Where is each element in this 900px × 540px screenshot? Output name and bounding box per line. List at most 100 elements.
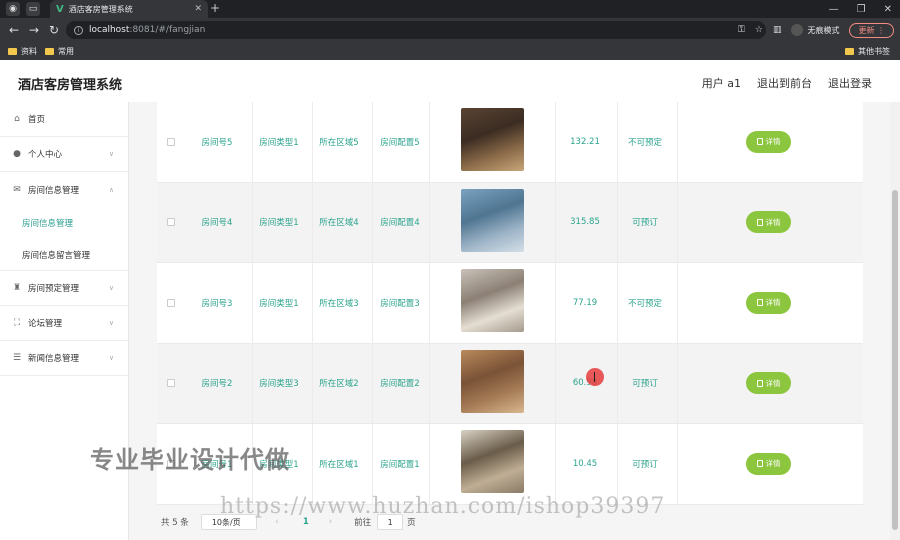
room-number-cell: 房间号4 — [201, 218, 233, 229]
room-config-cell: 房间配置2 — [380, 379, 420, 390]
new-tab-icon[interactable]: + — [210, 1, 220, 15]
sidebar-item-label: 房间预定管理 — [28, 284, 80, 294]
row-checkbox[interactable] — [167, 298, 175, 307]
room-number-cell: 房间号3 — [201, 298, 233, 309]
expand-icon: ⛶ — [13, 318, 21, 328]
detail-button-label: 详情 — [765, 378, 781, 388]
header-links: 用户 a1 退出到前台 退出登录 — [702, 75, 872, 91]
detail-button[interactable]: 详情 — [746, 372, 791, 395]
chevron-down-icon: ∨ — [108, 354, 114, 362]
table-row: 房间号2 房间类型3 所在区域2 房间配置2 60.98 可预订 详情 — [157, 343, 863, 424]
room-config-cell: 房间配置1 — [380, 459, 420, 470]
column-divider — [677, 343, 678, 423]
watermark-text: 专业毕业设计代做 — [90, 446, 290, 474]
app-header: 酒店客房管理系统 用户 a1 退出到前台 退出登录 — [0, 60, 900, 102]
front-link[interactable]: 退出到前台 — [757, 75, 812, 91]
table-row: 房间号5 房间类型1 所在区域5 房间配置5 132.21 不可预定 详情 — [157, 102, 863, 183]
sidebar-subitem-room-comments[interactable]: 房间信息留言管理 — [0, 239, 128, 271]
browser-profile-icon[interactable]: ◉ — [6, 2, 20, 16]
sidebar-item-label: 首页 — [28, 115, 46, 125]
browser-tab-search-icon[interactable]: ▭ — [26, 2, 40, 16]
sidebar-item-label: 新闻信息管理 — [28, 354, 80, 364]
sidebar-item-personal[interactable]: ● 个人中心 ∨ — [0, 137, 128, 172]
detail-button[interactable]: 详情 — [746, 291, 791, 314]
sliders-icon: ☰ — [12, 353, 22, 363]
sidepanel-icon[interactable]: ▥ — [773, 25, 782, 35]
site-info-icon[interactable]: i — [74, 25, 83, 35]
browser-tab[interactable]: V 酒店客房管理系统 ✕ — [50, 0, 208, 18]
chevron-up-icon: ∧ — [108, 185, 114, 194]
detail-button-label: 详情 — [765, 137, 781, 147]
room-number-cell: 房间号2 — [201, 379, 233, 390]
row-checkbox[interactable] — [167, 137, 175, 146]
sidebar-item-news[interactable]: ☰ 新闻信息管理 ∨ — [0, 341, 128, 376]
document-icon — [756, 218, 763, 226]
text-cursor-icon — [594, 372, 595, 382]
room-price-cell: 132.21 — [570, 136, 600, 147]
app-title: 酒店客房管理系统 — [18, 78, 123, 93]
detail-button[interactable]: 详情 — [746, 452, 791, 475]
room-status-cell: 可预订 — [632, 459, 658, 470]
table-row: 房间号3 房间类型1 所在区域3 房间配置3 77.19 不可预定 详情 — [157, 263, 863, 344]
bookmark-label: 常用 — [58, 46, 74, 56]
row-checkbox[interactable] — [167, 379, 175, 388]
room-photo — [461, 430, 524, 493]
room-config-cell: 房间配置3 — [380, 298, 420, 309]
update-button[interactable]: 更新 ⋮ — [849, 22, 894, 38]
url-input[interactable]: i localhost:8081/#/fangjian — [66, 21, 766, 39]
window-minimize-icon[interactable]: — — [829, 4, 839, 15]
tab-close-icon[interactable]: ✕ — [194, 4, 202, 14]
reload-icon[interactable]: ↻ — [48, 23, 60, 37]
column-divider — [555, 343, 556, 423]
detail-button[interactable]: 详情 — [746, 211, 791, 234]
sidebar-item-label: 房间信息管理 — [28, 185, 80, 196]
table-row: 房间号4 房间类型1 所在区域4 房间配置4 315.85 可预订 详情 — [157, 182, 863, 263]
room-type-cell: 房间类型3 — [259, 379, 299, 390]
other-bookmarks-label: 其他书签 — [858, 46, 890, 56]
room-status-cell: 可预订 — [632, 218, 658, 229]
back-icon[interactable]: ← — [8, 23, 20, 37]
window-controls: — ❐ ✕ — [829, 0, 892, 18]
watermark-url: https://www.huzhan.com/ishop39397 — [220, 494, 666, 519]
sidebar-subitem-room-info[interactable]: 房间信息管理 — [0, 207, 128, 239]
pagination-total: 共 5 条 — [161, 518, 189, 528]
room-type-cell: 房间类型1 — [259, 137, 299, 148]
logout-link[interactable]: 退出登录 — [828, 75, 872, 91]
sidebar-item-label: 论坛管理 — [28, 319, 63, 329]
stamp-icon: ♜ — [12, 283, 22, 293]
room-area-cell: 所在区域4 — [319, 218, 359, 229]
room-photo — [461, 108, 524, 171]
star-icon[interactable]: ☆ — [755, 25, 763, 35]
scrollbar[interactable] — [890, 102, 900, 540]
folder-icon — [45, 47, 54, 55]
row-checkbox[interactable] — [167, 218, 175, 227]
other-bookmarks[interactable]: 其他书签 — [845, 42, 890, 60]
detail-button-label: 详情 — [765, 459, 781, 469]
sidebar-item-room-info[interactable]: ✉ 房间信息管理 ∧ — [0, 172, 128, 207]
document-icon — [756, 138, 763, 146]
room-price-cell: 60.98 — [572, 378, 598, 389]
mail-icon: ✉ — [13, 184, 21, 195]
room-photo — [461, 188, 524, 252]
vue-logo-icon: V — [56, 3, 64, 15]
detail-button[interactable]: 详情 — [746, 130, 791, 153]
room-photo — [461, 349, 524, 413]
sidebar-item-home[interactable]: ⌂ 首页 — [0, 102, 128, 137]
window-close-icon[interactable]: ✕ — [884, 4, 892, 15]
column-divider — [555, 182, 556, 262]
bookmarks-bar: 资料 常用 其他书签 — [0, 42, 900, 60]
forward-icon[interactable]: → — [28, 23, 40, 37]
detail-button-label: 详情 — [765, 217, 781, 227]
sidebar-item-forum[interactable]: ⛶ 论坛管理 ∨ — [0, 306, 128, 341]
bookmark-folder-changyong[interactable]: 常用 — [45, 46, 74, 57]
sidebar-item-booking[interactable]: ♜ 房间预定管理 ∨ — [0, 271, 128, 306]
url-path: :8081/#/fangjian — [129, 25, 206, 35]
bookmark-folder-ziliao[interactable]: 资料 — [8, 46, 37, 57]
incognito-icon — [791, 24, 804, 36]
column-divider — [677, 182, 678, 262]
window-restore-icon[interactable]: ❐ — [857, 4, 866, 15]
incognito-indicator[interactable]: 无痕模式 — [791, 24, 839, 36]
sidebar-item-label: 个人中心 — [28, 150, 63, 160]
key-icon[interactable]: ⚿ — [738, 25, 745, 35]
scrollbar-thumb[interactable] — [892, 190, 898, 530]
